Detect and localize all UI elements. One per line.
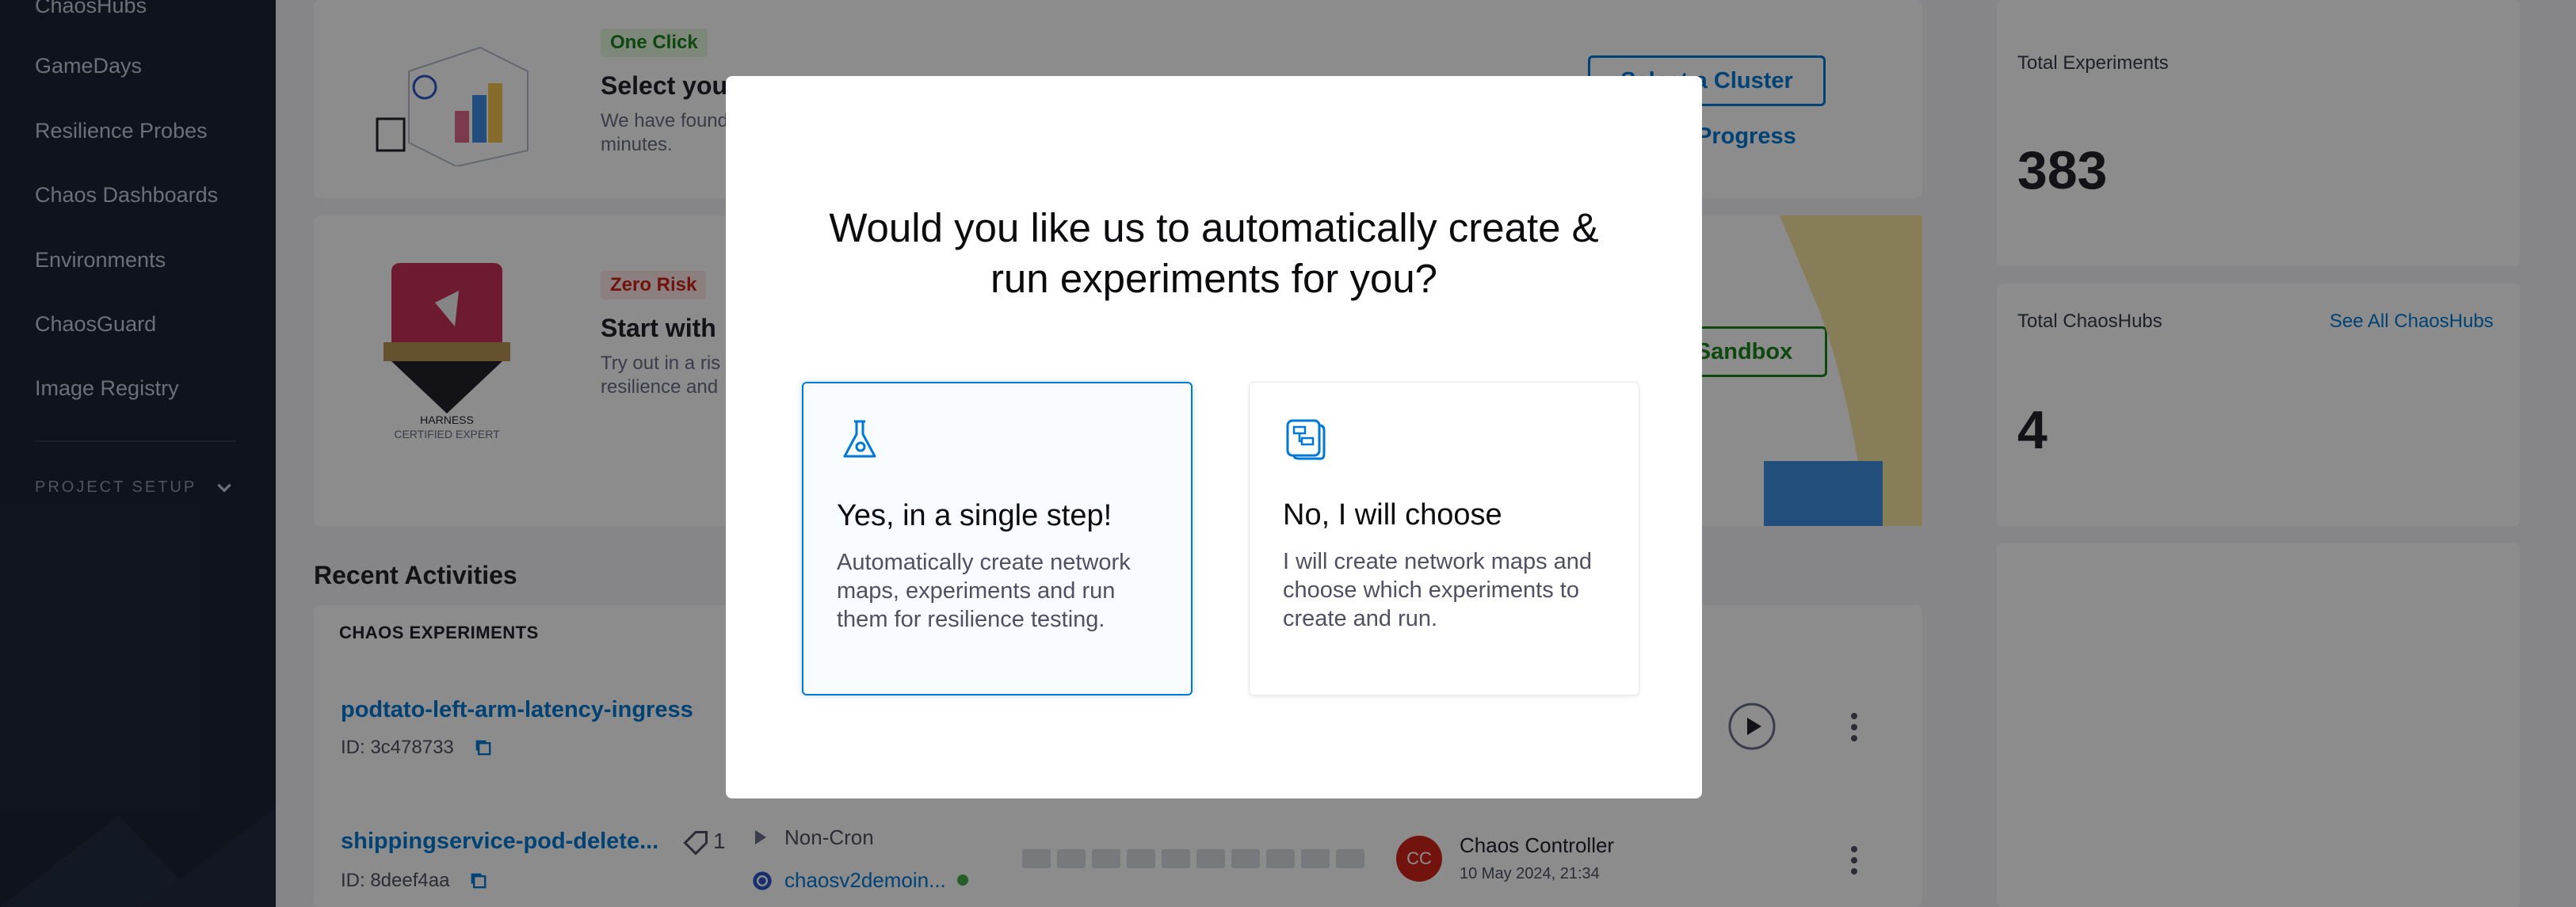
auto-create-dialog: Would you like us to automatically creat…: [726, 76, 1702, 798]
option-yes-title: Yes, in a single step!: [837, 499, 1112, 532]
flowchart-icon: [1286, 419, 1326, 460]
option-no-title: No, I will choose: [1283, 498, 1502, 532]
option-yes-description: Automatically create network maps, exper…: [837, 550, 1131, 632]
option-yes-single-step[interactable]: Yes, in a single step! Automatically cre…: [802, 382, 1193, 695]
dialog-title: Would you like us to automatically creat…: [829, 205, 1599, 301]
option-no-description: I will create network maps and choose wh…: [1283, 549, 1593, 631]
option-no-choose[interactable]: No, I will choose I will create network …: [1249, 382, 1639, 695]
flask-icon: [843, 420, 876, 458]
